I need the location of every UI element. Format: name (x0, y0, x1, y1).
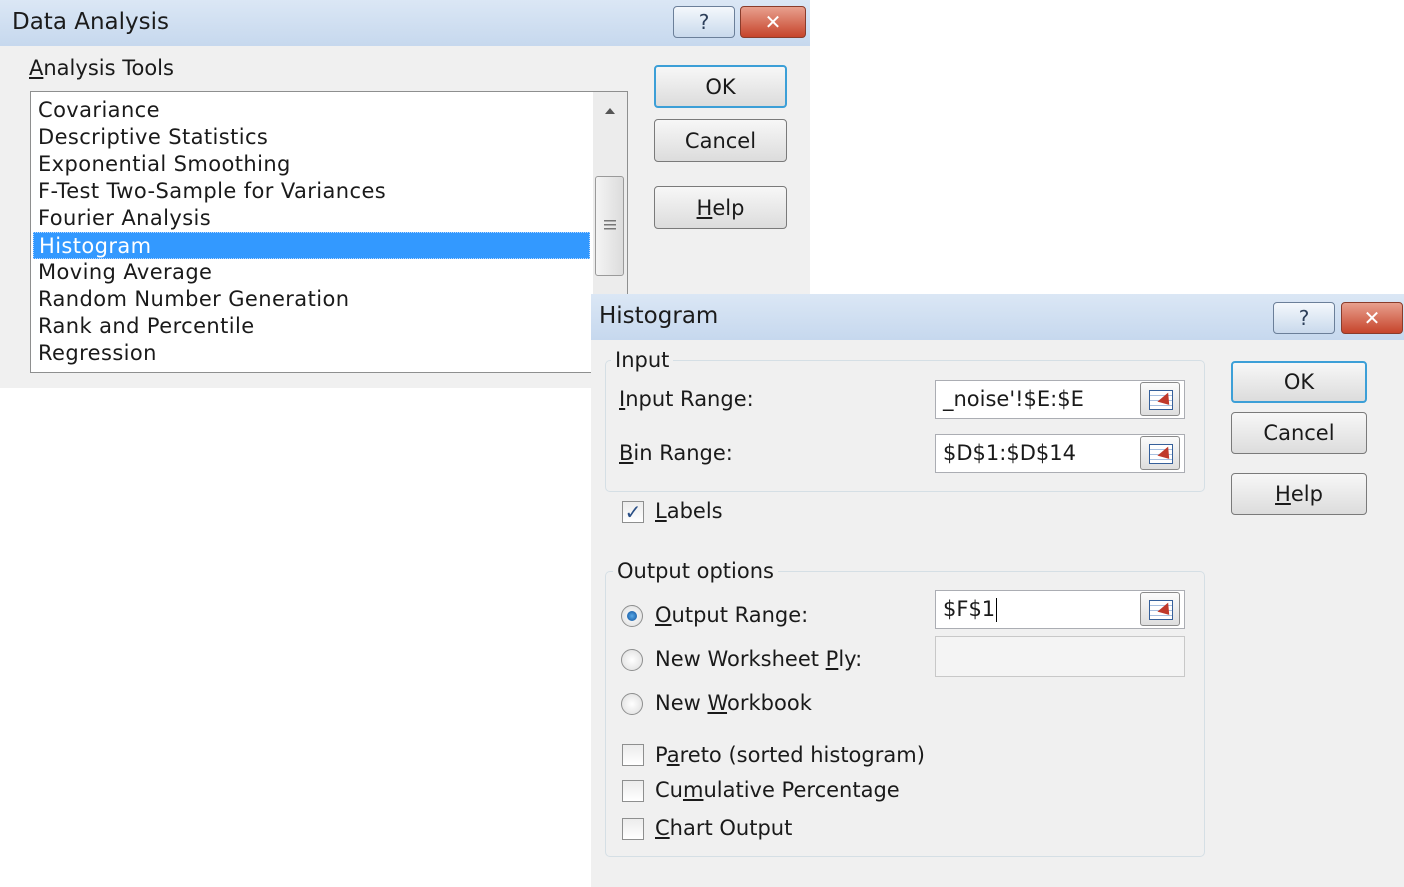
help-title-button[interactable]: ? (673, 6, 735, 38)
list-item[interactable]: Exponential Smoothing (33, 151, 590, 178)
grip-icon (604, 220, 616, 230)
input-range-collapse-button[interactable] (1140, 382, 1180, 416)
labels-checkbox[interactable]: ✓ (622, 501, 644, 523)
histogram-title: Histogram (599, 303, 719, 329)
chart-output-checkbox[interactable] (622, 818, 644, 840)
list-item[interactable]: Rank and Percentile (33, 313, 590, 340)
scroll-thumb[interactable] (595, 176, 624, 276)
list-item[interactable]: Descriptive Statistics (33, 124, 590, 151)
list-item[interactable]: Moving Average (33, 259, 590, 286)
analysis-tools-list[interactable]: Covariance Descriptive Statistics Expone… (30, 91, 628, 373)
cumulative-percentage-checkbox[interactable] (622, 780, 644, 802)
bin-range-collapse-button[interactable] (1140, 436, 1180, 470)
new-worksheet-field[interactable] (935, 636, 1185, 677)
output-range-radio[interactable] (621, 605, 643, 627)
close-icon: ✕ (1363, 306, 1381, 330)
output-options-title: Output options (613, 559, 778, 583)
histogram-dialog: Histogram ? ✕ Input Input Range: _noise'… (591, 294, 1404, 887)
output-range-label[interactable]: Output Range: (655, 603, 808, 627)
new-worksheet-radio[interactable] (621, 649, 643, 671)
pareto-label[interactable]: Pareto (sorted histogram) (655, 743, 925, 767)
data-analysis-title: Data Analysis (12, 9, 169, 35)
output-range-collapse-button[interactable] (1140, 592, 1180, 626)
list-item[interactable]: Regression (33, 340, 590, 367)
ok-button[interactable]: OK (654, 65, 787, 108)
text-cursor (996, 598, 998, 622)
help-button[interactable]: Help (1231, 473, 1367, 515)
help-button[interactable]: Help (654, 186, 787, 229)
pareto-checkbox[interactable] (622, 744, 644, 766)
close-icon: ✕ (764, 10, 782, 34)
checkmark-icon: ✓ (624, 500, 642, 524)
new-worksheet-label[interactable]: New Worksheet Ply: (655, 647, 862, 671)
ok-button[interactable]: OK (1231, 361, 1367, 403)
cancel-button[interactable]: Cancel (1231, 412, 1367, 454)
list-item[interactable]: Fourier Analysis (33, 205, 590, 232)
list-item-selected[interactable]: Histogram (33, 232, 590, 259)
bin-range-label: Bin Range: (619, 441, 733, 465)
input-group-title: Input (611, 348, 674, 372)
cumulative-percentage-label[interactable]: Cumulative Percentage (655, 778, 900, 802)
new-workbook-label[interactable]: New Workbook (655, 691, 812, 715)
new-workbook-radio[interactable] (621, 693, 643, 715)
chart-output-label[interactable]: Chart Output (655, 816, 792, 840)
labels-label[interactable]: Labels (655, 499, 723, 523)
analysis-tools-label: Analysis Tools (29, 56, 174, 80)
close-button[interactable]: ✕ (740, 6, 806, 38)
help-title-button[interactable]: ? (1273, 302, 1335, 334)
data-analysis-titlebar: Data Analysis ? ✕ (0, 0, 810, 46)
input-range-label: Input Range: (619, 387, 754, 411)
scroll-up-icon[interactable] (603, 106, 617, 116)
close-button[interactable]: ✕ (1341, 302, 1403, 334)
question-icon: ? (698, 10, 710, 34)
list-item[interactable]: F-Test Two-Sample for Variances (33, 178, 590, 205)
list-item[interactable]: Covariance (33, 97, 590, 124)
cancel-button[interactable]: Cancel (654, 119, 787, 162)
list-item[interactable]: Random Number Generation (33, 286, 590, 313)
histogram-titlebar: Histogram ? ✕ (591, 294, 1404, 340)
question-icon: ? (1298, 306, 1310, 330)
